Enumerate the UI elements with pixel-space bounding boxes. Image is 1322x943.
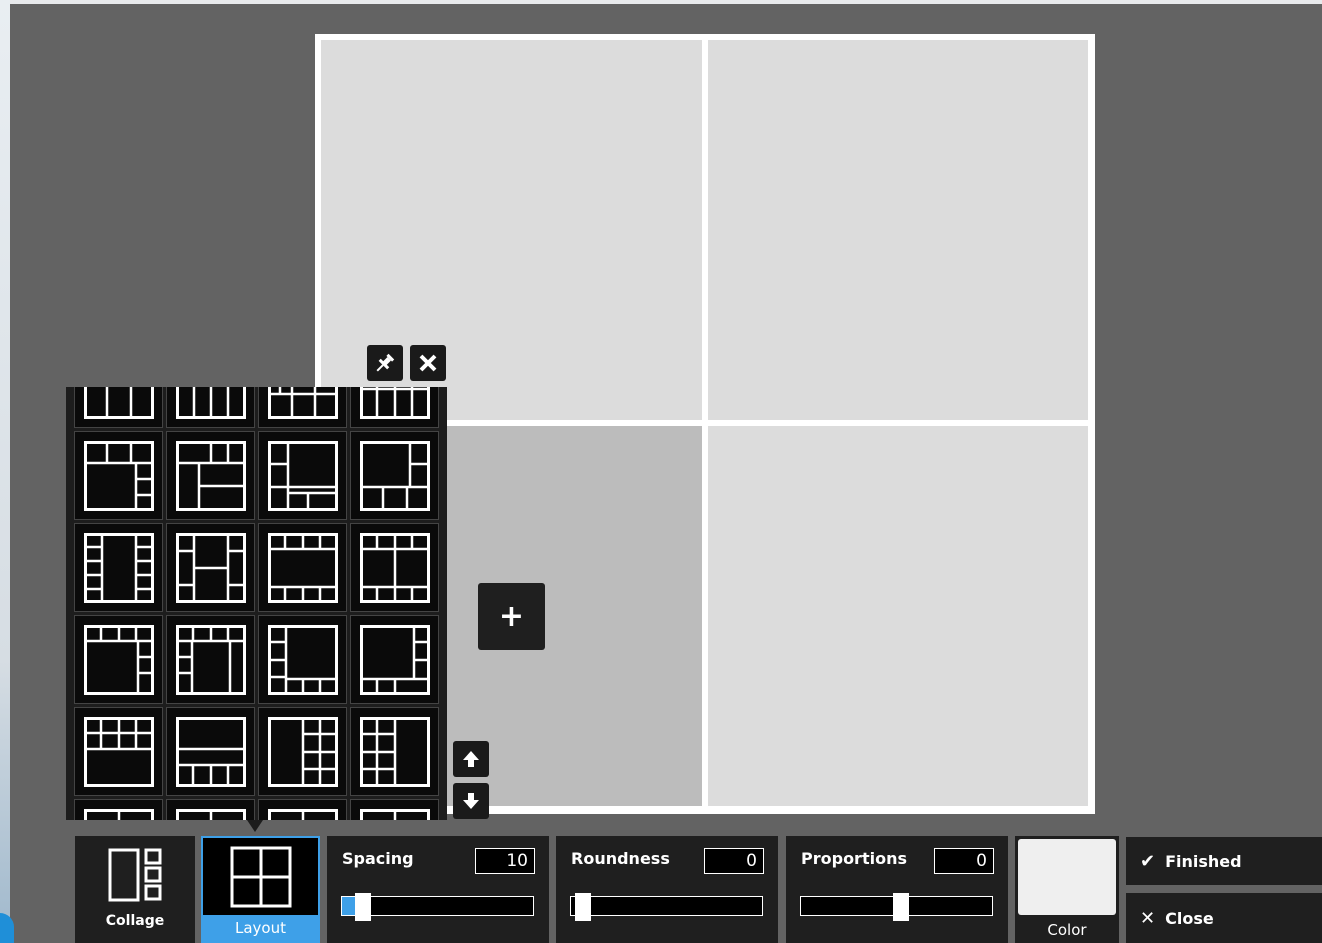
- scroll-up-button[interactable]: [453, 741, 489, 777]
- layout-preview-icon: [83, 808, 154, 820]
- layout-preview-icon: [175, 440, 246, 511]
- layout-option[interactable]: [74, 615, 163, 704]
- proportions-slider-handle[interactable]: [893, 893, 909, 921]
- close-x-icon: ✕: [1140, 907, 1156, 929]
- proportions-value-input[interactable]: 0: [934, 848, 994, 874]
- spacing-slider[interactable]: [341, 893, 534, 921]
- add-photo-button[interactable]: +: [478, 583, 545, 650]
- layout-preview-icon: [359, 716, 430, 787]
- layout-option[interactable]: [166, 615, 255, 704]
- layout-preview-icon: [267, 716, 338, 787]
- layout-preview-icon: [359, 532, 430, 603]
- layout-preview-icon: [359, 387, 430, 419]
- color-label: Color: [1047, 921, 1087, 939]
- pin-button[interactable]: [367, 345, 403, 381]
- close-button[interactable]: ✕ Close: [1126, 893, 1322, 943]
- proportions-label: Proportions: [801, 849, 907, 868]
- proportions-control: Proportions 0: [786, 836, 1008, 943]
- spacing-value-input[interactable]: 10: [475, 848, 535, 874]
- layout-preview-icon: [83, 624, 154, 695]
- layout-option[interactable]: [350, 431, 439, 520]
- layout-preview-icon: [83, 716, 154, 787]
- layout-option[interactable]: [166, 707, 255, 796]
- proportions-slider[interactable]: [800, 893, 993, 921]
- layout-tool-button[interactable]: Layout: [201, 836, 320, 943]
- finished-button[interactable]: ✔ Finished: [1126, 837, 1322, 885]
- layout-option[interactable]: [258, 387, 347, 428]
- color-tool-button[interactable]: Color: [1015, 836, 1119, 943]
- spacing-label: Spacing: [342, 849, 414, 868]
- layout-preview-icon: [175, 532, 246, 603]
- layout-preview-icon: [83, 387, 154, 419]
- layout-option[interactable]: [166, 523, 255, 612]
- layout-option[interactable]: [166, 387, 255, 428]
- scroll-down-button[interactable]: [453, 783, 489, 819]
- layout-preview-icon: [359, 440, 430, 511]
- layout-preview-icon: [83, 532, 154, 603]
- color-swatch[interactable]: [1018, 839, 1116, 915]
- layout-option[interactable]: [350, 799, 439, 820]
- roundness-slider[interactable]: [570, 893, 763, 921]
- layout-option[interactable]: [350, 707, 439, 796]
- roundness-slider-handle[interactable]: [575, 893, 591, 921]
- layout-preview-icon: [359, 624, 430, 695]
- pin-icon: [376, 353, 395, 372]
- close-picker-button[interactable]: [410, 345, 446, 381]
- layout-preview-icon: [83, 440, 154, 511]
- top-window-edge: [10, 0, 1322, 4]
- layout-option[interactable]: [258, 523, 347, 612]
- layout-option[interactable]: [74, 431, 163, 520]
- layout-preview-icon: [267, 808, 338, 820]
- arrow-up-icon: [463, 751, 479, 767]
- roundness-control: Roundness 0: [556, 836, 778, 943]
- roundness-label: Roundness: [571, 849, 670, 868]
- layout-label: Layout: [203, 915, 318, 941]
- layout-grid: [74, 387, 439, 820]
- layout-option[interactable]: [258, 707, 347, 796]
- layout-icon: [230, 846, 292, 908]
- finished-label: Finished: [1165, 851, 1242, 871]
- collage-tool-button[interactable]: Collage: [75, 836, 195, 943]
- spacing-slider-handle[interactable]: [355, 893, 371, 921]
- close-label: Close: [1165, 908, 1214, 928]
- arrow-down-icon: [463, 793, 479, 809]
- roundness-value-input[interactable]: 0: [704, 848, 764, 874]
- layout-preview-icon: [267, 624, 338, 695]
- left-window-edge: [0, 0, 14, 943]
- close-icon: [419, 354, 437, 372]
- layout-option[interactable]: [74, 523, 163, 612]
- layout-picker-panel: [66, 387, 447, 820]
- picker-pointer: [247, 820, 263, 832]
- collage-cell-bottom-right[interactable]: [708, 426, 1088, 806]
- layout-preview-icon: [267, 387, 338, 419]
- layout-option[interactable]: [258, 615, 347, 704]
- layout-option[interactable]: [258, 431, 347, 520]
- layout-option[interactable]: [350, 523, 439, 612]
- edge-accent: [0, 913, 14, 943]
- layout-option[interactable]: [350, 387, 439, 428]
- layout-preview-icon: [267, 532, 338, 603]
- collage-cell-top-right[interactable]: [708, 40, 1088, 420]
- layout-option[interactable]: [166, 431, 255, 520]
- spacing-control: Spacing 10: [327, 836, 549, 943]
- layout-preview-icon: [267, 440, 338, 511]
- layout-preview-icon: [175, 716, 246, 787]
- layout-option[interactable]: [350, 615, 439, 704]
- collage-label: Collage: [105, 913, 165, 929]
- checkmark-icon: ✔: [1140, 850, 1156, 872]
- layout-option[interactable]: [166, 799, 255, 820]
- layout-preview-icon: [359, 808, 430, 820]
- layout-option[interactable]: [74, 707, 163, 796]
- layout-option[interactable]: [74, 387, 163, 428]
- collage-icon: [108, 848, 162, 902]
- layout-preview-icon: [175, 387, 246, 419]
- layout-option[interactable]: [74, 799, 163, 820]
- layout-preview-icon: [175, 808, 246, 820]
- layout-option[interactable]: [258, 799, 347, 820]
- layout-preview-icon: [175, 624, 246, 695]
